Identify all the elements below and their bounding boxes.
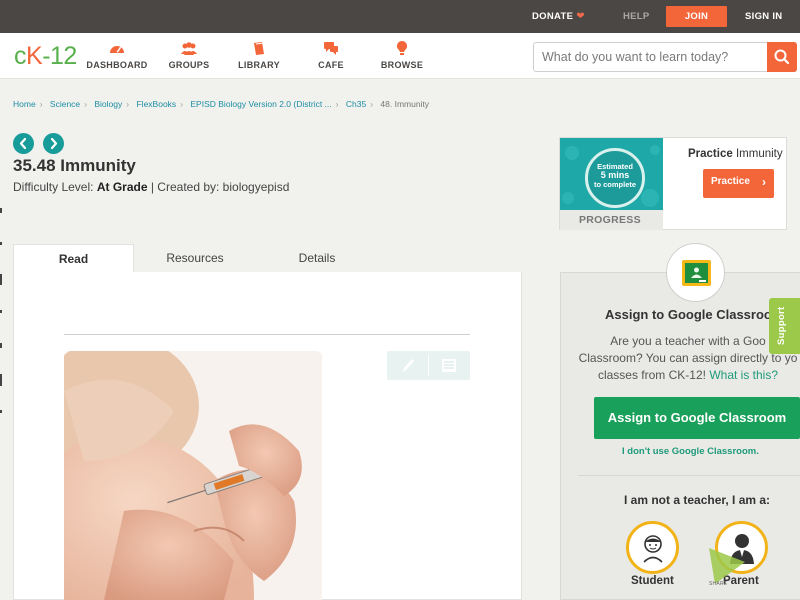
chevron-right-icon: › <box>762 175 766 189</box>
estimated-time: Estimated 5 mins to complete <box>593 162 637 189</box>
progress-label: PROGRESS <box>560 210 663 230</box>
breadcrumb-home[interactable]: Home <box>13 99 36 109</box>
article-meta: Difficulty Level: At Grade | Created by:… <box>13 180 289 194</box>
ck12-logo[interactable]: cK-12 <box>14 42 77 70</box>
dont-use-google-classroom-link[interactable]: I don't use Google Classroom. <box>622 446 759 457</box>
practice-card: Estimated 5 mins to complete PROGRESS Pr… <box>559 137 787 230</box>
nav-dashboard[interactable]: DASHBOARD <box>82 40 152 70</box>
support-tab[interactable]: Support <box>769 298 800 354</box>
nav-browse-label: BROWSE <box>380 60 424 70</box>
chevron-right-icon <box>50 137 58 150</box>
content-divider <box>64 334 470 335</box>
tab-read[interactable]: Read <box>13 244 134 273</box>
nav-browse[interactable]: BROWSE <box>367 40 437 70</box>
breadcrumb-science[interactable]: Science <box>50 99 80 109</box>
next-lesson-button[interactable] <box>43 133 64 154</box>
google-classroom-logo <box>666 243 725 302</box>
chevron-left-icon <box>19 137 27 150</box>
page-title: 35.48 Immunity <box>13 156 136 175</box>
edge-mark <box>0 274 2 285</box>
student-role-button[interactable] <box>626 521 679 574</box>
tab-resources[interactable]: Resources <box>134 244 256 272</box>
edge-mark <box>0 208 2 213</box>
student-label: Student <box>631 575 674 587</box>
difficulty-value: At Grade <box>96 180 148 194</box>
nav-groups[interactable]: GROUPS <box>154 40 224 70</box>
donate-link[interactable]: DONATE ❤ <box>532 0 585 33</box>
nav-library-label: LIBRARY <box>238 60 280 70</box>
support-label: Support <box>776 306 787 345</box>
donate-label: DONATE <box>532 11 574 22</box>
heart-icon: ❤ <box>576 11 585 22</box>
breadcrumb-book[interactable]: EPISD Biology Version 2.0 (District ... <box>190 99 331 109</box>
not-teacher-label: I am not a teacher, I am a: <box>624 493 771 507</box>
cafe-icon <box>324 42 338 55</box>
top-bar: DONATE ❤ HELP JOIN SIGN IN <box>0 0 800 33</box>
assign-title: Assign to Google Classroo <box>605 307 772 322</box>
nav-dashboard-label: DASHBOARD <box>86 60 148 70</box>
nav-cafe[interactable]: CAFE <box>296 40 366 70</box>
tab-details[interactable]: Details <box>256 244 378 272</box>
search-button[interactable] <box>767 42 797 72</box>
search-box <box>533 42 797 72</box>
annotation-toolbar <box>387 351 470 380</box>
assign-google-classroom-button[interactable]: Assign to Google Classroom <box>594 397 800 439</box>
main-header: cK-12 DASHBOARD GROUPS LIBRARY CAFE BROW… <box>0 33 800 79</box>
edge-mark <box>0 242 2 245</box>
dashboard-icon <box>110 46 124 53</box>
help-link[interactable]: HELP <box>623 0 650 33</box>
nav-cafe-label: CAFE <box>318 60 344 70</box>
share-widget[interactable]: SHARE <box>709 548 749 588</box>
practice-title: Practice Immunity <box>688 148 783 160</box>
nav-library[interactable]: LIBRARY <box>224 40 294 70</box>
panel-divider <box>578 475 800 476</box>
breadcrumb-biology[interactable]: Biology <box>94 99 122 109</box>
share-icon <box>709 548 745 584</box>
breadcrumb-current: 48. Immunity <box>380 99 430 109</box>
sign-in-link[interactable]: SIGN IN <box>745 0 782 33</box>
breadcrumb: Home › Science › Biology › FlexBooks › EPISD… <box>13 99 430 109</box>
difficulty-label: Difficulty Level: <box>13 180 94 194</box>
progress-tile[interactable]: Estimated 5 mins to complete PROGRESS <box>560 138 663 230</box>
practice-button[interactable]: Practice › <box>703 169 774 198</box>
search-input[interactable] <box>534 43 768 71</box>
join-button[interactable]: JOIN <box>666 6 727 27</box>
edge-mark <box>0 310 2 313</box>
groups-icon <box>181 42 197 55</box>
edge-mark <box>0 374 2 386</box>
edge-mark <box>0 343 2 348</box>
edge-mark <box>0 410 2 413</box>
student-icon <box>643 535 663 563</box>
google-classroom-icon <box>682 260 711 286</box>
notes-icon[interactable] <box>441 358 457 373</box>
previous-lesson-button[interactable] <box>13 133 34 154</box>
breadcrumb-flexbooks[interactable]: FlexBooks <box>136 99 176 109</box>
pencil-icon[interactable] <box>400 357 416 374</box>
browse-icon <box>397 41 407 55</box>
created-by: | Created by: biologyepisd <box>150 180 290 194</box>
library-icon <box>254 42 264 55</box>
nav-groups-label: GROUPS <box>168 60 210 70</box>
baby-vaccination-image <box>64 351 322 600</box>
assign-description: Are you a teacher with a Goo Classroom? … <box>578 334 798 382</box>
share-label: SHARE <box>709 581 728 587</box>
what-is-this-link[interactable]: What is this? <box>709 368 778 382</box>
breadcrumb-chapter[interactable]: Ch35 <box>346 99 366 109</box>
search-icon <box>774 49 790 65</box>
